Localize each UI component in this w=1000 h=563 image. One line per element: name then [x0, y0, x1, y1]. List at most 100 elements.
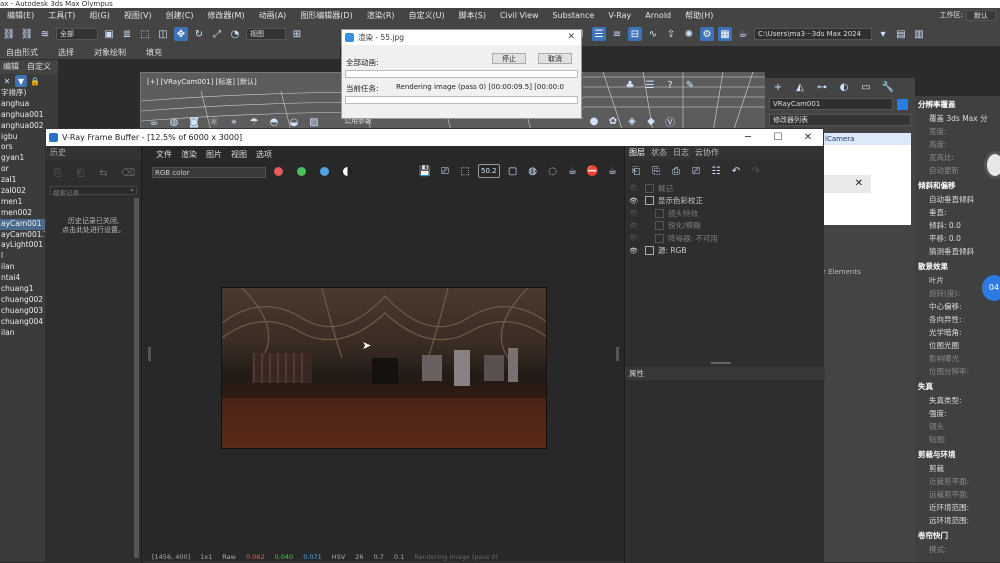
- menu-item[interactable]: 编辑(E): [0, 10, 41, 21]
- visibility-eye-icon[interactable]: 👁: [629, 209, 641, 217]
- close-icon[interactable]: ✕: [793, 129, 823, 146]
- render-setup-icon[interactable]: ⚙: [700, 27, 714, 41]
- rollout-title[interactable]: 分辨率覆盖: [915, 96, 1000, 112]
- list-icon[interactable]: ☰: [643, 78, 657, 92]
- modifier-stack-item[interactable]: lCamera: [823, 133, 911, 145]
- maximize-icon[interactable]: ☐: [763, 129, 793, 146]
- stop-button[interactable]: 停止: [492, 53, 526, 64]
- channel-select[interactable]: RGB color: [152, 167, 266, 178]
- menu-item[interactable]: 自定义(U): [402, 10, 452, 21]
- timer-badge[interactable]: 04: [982, 275, 1000, 301]
- layer-explorer-icon[interactable]: ≡: [610, 27, 624, 41]
- zoom-value[interactable]: 50.2: [478, 164, 500, 178]
- workspace-select[interactable]: 默认: [966, 9, 996, 21]
- unlink-icon[interactable]: ⛓: [20, 27, 34, 41]
- visibility-eye-icon[interactable]: 👁: [629, 197, 641, 205]
- visibility-eye-icon[interactable]: 👁: [629, 222, 641, 230]
- sort-column-header[interactable]: 字排序): [0, 88, 58, 99]
- menu-item[interactable]: Civil View: [493, 11, 546, 20]
- vfb-menu-item[interactable]: 图片: [206, 149, 222, 160]
- dropdown-arrow-icon[interactable]: ▾: [876, 27, 890, 41]
- tab-edit[interactable]: 编辑: [3, 60, 19, 74]
- window-crossing-icon[interactable]: ◫: [156, 27, 170, 41]
- ribbon-tab[interactable]: 自由形式: [0, 47, 52, 58]
- visibility-eye-icon[interactable]: 👁: [629, 247, 641, 255]
- palette-icon[interactable]: ✿: [606, 114, 620, 128]
- place-icon[interactable]: ◔: [228, 27, 242, 41]
- hierarchy-tab-icon[interactable]: ⊶: [815, 80, 829, 94]
- paint-icon[interactable]: ✎: [683, 78, 697, 92]
- schematic-icon[interactable]: ⇪: [664, 27, 678, 41]
- environment-icon[interactable]: ◍: [167, 115, 181, 129]
- save-image-icon[interactable]: 💾: [418, 164, 432, 178]
- link-icon[interactable]: ⛓: [2, 27, 16, 41]
- sky-icon[interactable]: ◒: [287, 115, 301, 129]
- motion-tab-icon[interactable]: ◐: [837, 80, 851, 94]
- minimize-icon[interactable]: ─: [733, 129, 763, 146]
- reference-coord-select[interactable]: 视图: [246, 28, 286, 40]
- blue-channel-button[interactable]: [320, 167, 329, 176]
- menu-item[interactable]: 渲染(R): [360, 10, 402, 21]
- select-by-name-icon[interactable]: ≣: [120, 27, 134, 41]
- light-icon[interactable]: ☼: [207, 115, 221, 129]
- menu-item[interactable]: 帮助(H): [678, 10, 720, 21]
- history-save-icon[interactable]: ⎘: [52, 166, 63, 180]
- visibility-eye-icon[interactable]: 👁: [629, 184, 641, 192]
- alpha-channel-button[interactable]: [343, 167, 352, 176]
- sphere-icon[interactable]: ●: [587, 114, 601, 128]
- secondary-dialog-close[interactable]: ✕: [823, 175, 871, 193]
- teapot-icon[interactable]: ☕: [147, 115, 161, 129]
- render-frame-icon[interactable]: ▦: [718, 27, 732, 41]
- layers-panel-tab[interactable]: 云协作: [695, 146, 719, 160]
- right-viewport[interactable]: ♣ ☰ ? ✎ ● ✿ ◈ ◆ Ⓥ: [583, 71, 765, 133]
- load-layers-icon[interactable]: ⎚: [689, 164, 703, 178]
- selection-filter-select[interactable]: 全部: [56, 28, 98, 40]
- add-layer-icon[interactable]: ⎗: [629, 164, 643, 178]
- filter-icon[interactable]: ▼: [15, 75, 27, 87]
- menu-item[interactable]: 工具(T): [41, 10, 82, 21]
- ribbon-tab[interactable]: 对象绘制: [88, 47, 140, 58]
- panel-resize-handle[interactable]: [711, 362, 731, 364]
- render-start-icon[interactable]: ☕: [606, 164, 620, 178]
- vfb-menu-item[interactable]: 渲染: [181, 149, 197, 160]
- sun-icon[interactable]: ◓: [267, 115, 281, 129]
- menu-item[interactable]: 动画(A): [252, 10, 294, 21]
- layer-row[interactable]: 👁 概记: [625, 182, 824, 195]
- right-splitter-handle[interactable]: [616, 347, 619, 361]
- render-last-icon[interactable]: ☕: [566, 164, 580, 178]
- object-color-swatch[interactable]: [897, 98, 908, 110]
- project-settings-icon[interactable]: ▥: [912, 27, 926, 41]
- layers-panel-tab[interactable]: 日志: [673, 146, 689, 160]
- orbit-gizmo-icon[interactable]: [984, 151, 1000, 179]
- layer-presets-icon[interactable]: ☷: [709, 164, 723, 178]
- layer-row[interactable]: 👁 锐化/模糊: [625, 220, 824, 233]
- menu-item[interactable]: 视图(V): [117, 10, 159, 21]
- render-icon[interactable]: ▨: [307, 115, 321, 129]
- rotate-icon[interactable]: ↻: [192, 27, 206, 41]
- modify-tab-icon[interactable]: ◭: [793, 80, 807, 94]
- vfb-menu-item[interactable]: 选项: [256, 149, 272, 160]
- rollout-title[interactable]: 散景效果: [915, 258, 1000, 274]
- project-folder-icon[interactable]: ▤: [894, 27, 908, 41]
- history-delete-icon[interactable]: ⌫: [121, 166, 135, 180]
- helper-icon[interactable]: ⌖: [227, 115, 241, 129]
- history-load-icon[interactable]: ⎗: [75, 166, 86, 180]
- modifier-list-select[interactable]: 修改器列表: [769, 114, 911, 126]
- lens-effects-icon[interactable]: ◍: [526, 164, 540, 178]
- scene-object-item[interactable]: anghua001: [0, 110, 58, 121]
- history-compare-icon[interactable]: ⇆: [98, 166, 109, 180]
- display-tab-icon[interactable]: ▭: [859, 80, 873, 94]
- close-icon[interactable]: ✕: [567, 30, 575, 45]
- menu-item[interactable]: Substance: [545, 11, 601, 20]
- rollout-title[interactable]: 卷帘快门: [915, 527, 1000, 543]
- render-teapot-icon[interactable]: ☕: [736, 27, 750, 41]
- lock-icon[interactable]: 🔒: [30, 76, 40, 86]
- rendered-image[interactable]: [221, 287, 547, 449]
- layers-panel-tab[interactable]: 状态: [651, 146, 667, 160]
- layer-row[interactable]: 👁 镜头特效: [625, 207, 824, 220]
- ribbon-tab[interactable]: 填充: [140, 47, 176, 58]
- layers-panel-tab[interactable]: 图层: [629, 146, 645, 160]
- layer-row[interactable]: 👁 降噪器: 不可用: [625, 232, 824, 245]
- undo-icon[interactable]: ↶: [729, 164, 743, 178]
- utilities-tab-icon[interactable]: 🔧: [881, 80, 895, 94]
